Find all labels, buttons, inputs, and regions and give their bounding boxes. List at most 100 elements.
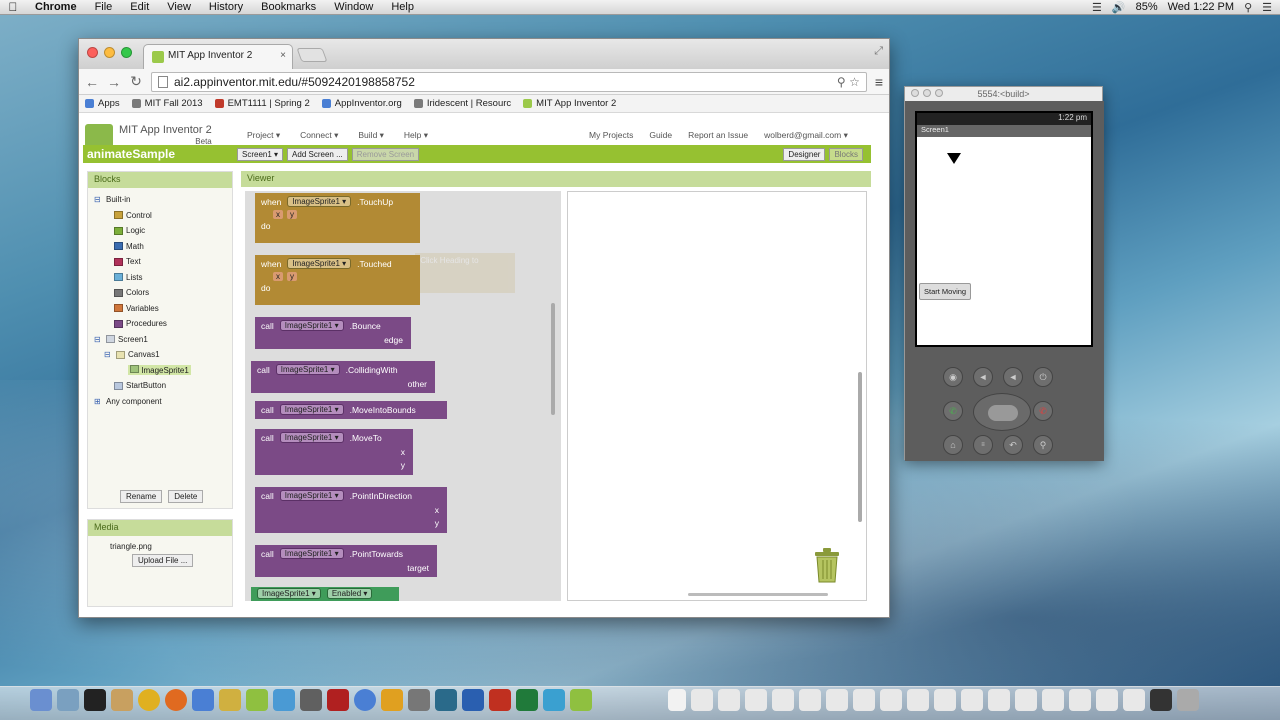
tree-control[interactable]: Control: [114, 208, 232, 224]
nav-build[interactable]: Build ▾: [358, 130, 384, 141]
forward-icon[interactable]: →: [107, 74, 121, 90]
bookmark-emt1111[interactable]: EMT1111 | Spring 2: [214, 98, 310, 109]
app-icon[interactable]: [273, 689, 295, 711]
trash-icon[interactable]: [1177, 689, 1199, 711]
block-call-moveto[interactable]: call ImageSprite1 ▾ .MoveTo x y: [255, 429, 413, 475]
blocks-button[interactable]: Blocks: [829, 147, 863, 161]
block-get-enabled[interactable]: ImageSprite1 ▾ Enabled ▾: [251, 587, 399, 601]
document-icon[interactable]: [988, 689, 1010, 711]
volume-down-icon[interactable]: ◄: [973, 367, 993, 387]
block-call-collidingwith[interactable]: call ImageSprite1 ▾ .CollidingWith other: [251, 361, 435, 393]
tree-screen1[interactable]: ⊟ Screen1: [94, 332, 232, 348]
collapse-icon[interactable]: ⊟: [104, 350, 113, 359]
app-icon[interactable]: [219, 689, 241, 711]
document-icon[interactable]: [799, 689, 821, 711]
chrome-icon[interactable]: [138, 689, 160, 711]
nav-help[interactable]: Help ▾: [404, 130, 428, 141]
upload-file-button[interactable]: Upload File ...: [132, 554, 194, 567]
ide-icon[interactable]: [192, 689, 214, 711]
nav-project[interactable]: Project ▾: [247, 130, 280, 141]
menu-edit[interactable]: Edit: [121, 1, 158, 13]
document-icon[interactable]: [772, 689, 794, 711]
rename-button[interactable]: Rename: [120, 490, 163, 503]
zoom-window-button[interactable]: [121, 47, 132, 58]
home-icon[interactable]: ⌂: [943, 435, 963, 455]
menu-history[interactable]: History: [200, 1, 252, 13]
nav-report-issue[interactable]: Report an Issue: [688, 130, 748, 141]
emulator-zoom-button[interactable]: [935, 89, 943, 97]
tree-math[interactable]: Math: [114, 239, 232, 255]
tree-any-component[interactable]: ⊞ Any component: [94, 394, 232, 410]
new-tab-button[interactable]: [296, 48, 328, 62]
document-icon[interactable]: [1042, 689, 1064, 711]
back-icon[interactable]: ↶: [1003, 435, 1023, 455]
media-file[interactable]: triangle.png: [88, 536, 232, 551]
nav-connect[interactable]: Connect ▾: [300, 130, 338, 141]
menu-view[interactable]: View: [158, 1, 200, 13]
bookmark-appinventor-org[interactable]: AppInventor.org: [321, 98, 402, 109]
designer-button[interactable]: Designer: [783, 147, 826, 161]
call-icon[interactable]: ✆: [943, 401, 963, 421]
finder-icon[interactable]: [30, 689, 52, 711]
back-icon[interactable]: ←: [85, 74, 99, 90]
flyout-scrollbar[interactable]: [551, 303, 555, 415]
block-when-touched[interactable]: when ImageSprite1 ▾ .Touched xy do: [255, 255, 420, 305]
camera-icon[interactable]: ◉: [943, 367, 963, 387]
document-icon[interactable]: [1069, 689, 1091, 711]
word-icon[interactable]: [462, 689, 484, 711]
block-call-pointindirection[interactable]: call ImageSprite1 ▾ .PointInDirection x y: [255, 487, 447, 533]
document-icon[interactable]: [826, 689, 848, 711]
clock[interactable]: Wed 1:22 PM: [1168, 1, 1234, 13]
document-icon[interactable]: [907, 689, 929, 711]
tree-procedures[interactable]: Procedures: [114, 316, 232, 332]
tree-variables[interactable]: Variables: [114, 301, 232, 317]
preferences-icon[interactable]: [408, 689, 430, 711]
blocks-workspace[interactable]: [567, 191, 867, 601]
phone-canvas[interactable]: Start Moving: [917, 137, 1091, 345]
end-call-icon[interactable]: ✆: [1033, 401, 1053, 421]
power-icon[interactable]: ⏻: [1033, 367, 1053, 387]
battery-percent[interactable]: 85%: [1136, 1, 1158, 13]
tree-imagesprite1[interactable]: ImageSprite1: [128, 363, 232, 379]
add-screen-button[interactable]: Add Screen ...: [287, 147, 348, 161]
itunes-icon[interactable]: [354, 689, 376, 711]
expand-icon[interactable]: ⊞: [94, 397, 103, 406]
chrome-menu-icon[interactable]: ≡: [875, 74, 883, 90]
remove-screen-button[interactable]: Remove Screen: [351, 147, 420, 161]
dpad-center[interactable]: [988, 405, 1018, 421]
tree-logic[interactable]: Logic: [114, 223, 232, 239]
app-icon[interactable]: [543, 689, 565, 711]
volume-up-icon[interactable]: ◄: [1003, 367, 1023, 387]
bookmark-star-icon[interactable]: ☆: [849, 75, 860, 89]
document-icon[interactable]: [691, 689, 713, 711]
wifi-icon[interactable]: ☰: [1092, 1, 1102, 14]
bookmark-mit-fall[interactable]: MIT Fall 2013: [131, 98, 203, 109]
block-call-pointtowards[interactable]: call ImageSprite1 ▾ .PointTowards target: [255, 545, 437, 577]
workspace-vertical-scrollbar[interactable]: [858, 372, 862, 522]
document-icon[interactable]: [745, 689, 767, 711]
document-icon[interactable]: [934, 689, 956, 711]
app-icon[interactable]: [381, 689, 403, 711]
document-icon[interactable]: [668, 689, 686, 711]
browser-tab[interactable]: MIT App Inventor 2 ×: [143, 44, 293, 69]
dpad[interactable]: [973, 393, 1031, 431]
menu-window[interactable]: Window: [325, 1, 382, 13]
minimize-window-button[interactable]: [104, 47, 115, 58]
tree-colors[interactable]: Colors: [114, 285, 232, 301]
search-icon[interactable]: ⚲: [837, 75, 846, 89]
search-icon[interactable]: ⚲: [1033, 435, 1053, 455]
tree-text[interactable]: Text: [114, 254, 232, 270]
close-tab-icon[interactable]: ×: [280, 50, 286, 61]
firefox-icon[interactable]: [165, 689, 187, 711]
document-icon[interactable]: [961, 689, 983, 711]
address-bar[interactable]: ai2.appinventor.mit.edu/#509242019885875…: [151, 71, 867, 92]
menu-icon[interactable]: ≡: [973, 435, 993, 455]
emulator-minimize-button[interactable]: [923, 89, 931, 97]
notes-icon[interactable]: [111, 689, 133, 711]
block-call-bounce[interactable]: call ImageSprite1 ▾ .Bounce edge: [255, 317, 411, 349]
start-moving-button[interactable]: Start Moving: [919, 283, 972, 300]
tree-canvas1[interactable]: ⊟ Canvas1: [104, 347, 232, 363]
android-icon[interactable]: [570, 689, 592, 711]
powerpoint-icon[interactable]: [489, 689, 511, 711]
workspace-horizontal-scrollbar[interactable]: [688, 593, 828, 596]
